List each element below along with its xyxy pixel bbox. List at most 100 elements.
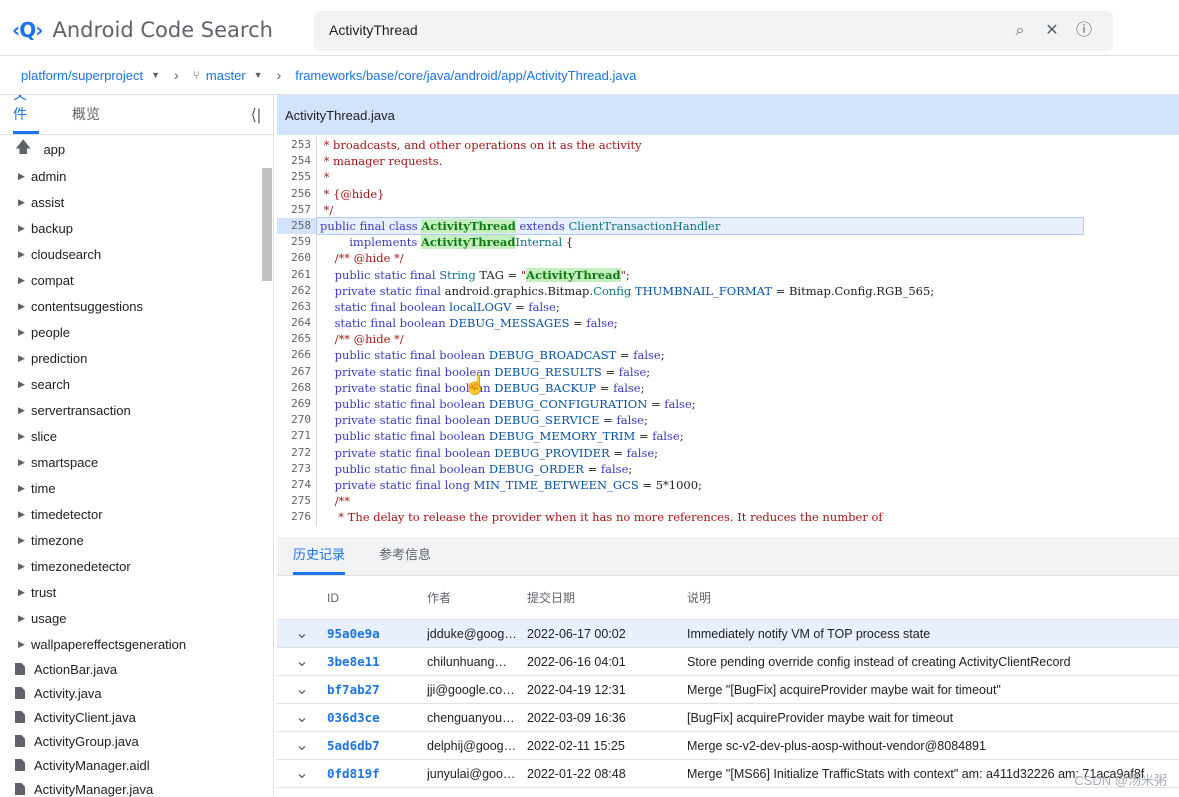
breadcrumb-branch[interactable]: ⑂ master ▼: [193, 68, 263, 83]
sidebar-file-item[interactable]: Activity.java: [0, 681, 273, 705]
search-icon[interactable]: ⌕: [1009, 20, 1031, 42]
tab-files[interactable]: 文件: [13, 95, 39, 134]
tab-history[interactable]: 历史记录: [293, 544, 346, 575]
line-number[interactable]: 273: [277, 460, 317, 477]
line-number[interactable]: 263: [277, 298, 317, 316]
file-label: ActivityClient.java: [34, 709, 136, 725]
line-number[interactable]: 254: [277, 153, 317, 170]
line-number[interactable]: 260: [277, 250, 317, 267]
search-input[interactable]: [329, 22, 929, 38]
chevron-down-icon[interactable]: ⌄: [277, 737, 327, 753]
commit-id[interactable]: 036d3ce: [327, 710, 427, 725]
commit-id[interactable]: 0fd819f: [327, 766, 427, 781]
collapse-sidebar-icon[interactable]: ⟨|: [251, 105, 261, 125]
search-box[interactable]: ⌕ ✕ ⓘ: [314, 11, 1113, 51]
caret-right-icon: ▶: [18, 170, 25, 181]
code-editor[interactable]: 253 * broadcasts, and other operations o…: [277, 135, 1179, 537]
folder-label: assist: [31, 194, 65, 210]
commit-id[interactable]: bf7ab27: [327, 682, 427, 697]
line-number[interactable]: 267: [277, 363, 317, 380]
sidebar-folder-item[interactable]: ▶ timezonedetector: [0, 553, 273, 579]
commit-date: 2022-04-19 12:31: [527, 682, 626, 697]
info-icon[interactable]: ⓘ: [1073, 20, 1095, 42]
code-line: 272 private static final boolean DEBUG_P…: [277, 444, 1179, 461]
clear-icon[interactable]: ✕: [1041, 20, 1063, 42]
sidebar-folder-item[interactable]: ▶ timezone: [0, 527, 273, 553]
sidebar-folder-item[interactable]: ▶ time: [0, 475, 273, 501]
sidebar-folder-item[interactable]: ▶ backup: [0, 215, 273, 241]
history-row[interactable]: ⌄ 95a0e9a jdduke@goog… 2022-06-17 00:02 Imme…: [277, 620, 1179, 648]
tab-references[interactable]: 参考信息: [379, 544, 431, 575]
line-number[interactable]: 272: [277, 444, 317, 461]
sidebar-folder-item[interactable]: ▶ wallpapereffectsgeneration: [0, 631, 273, 657]
chevron-down-icon[interactable]: ⌄: [277, 625, 327, 641]
sidebar-folder-item[interactable]: ▶ admin: [0, 163, 273, 189]
sidebar-folder-item[interactable]: ▶ people: [0, 319, 273, 345]
sidebar-folder-item[interactable]: ▶ slice: [0, 423, 273, 449]
line-number[interactable]: 271: [277, 428, 317, 445]
line-number[interactable]: 256: [277, 185, 317, 202]
commit-id[interactable]: 95a0e9a: [327, 626, 427, 641]
tab-overview[interactable]: 概览: [72, 104, 100, 134]
chevron-down-icon[interactable]: ⌄: [277, 653, 327, 669]
line-number[interactable]: 261: [277, 266, 317, 283]
commit-id[interactable]: 3be8e11: [327, 654, 427, 669]
hand-cursor-icon: ☝: [464, 375, 487, 395]
breadcrumb-project[interactable]: platform/superproject ▼: [21, 68, 160, 83]
sidebar-folder-item[interactable]: ▶ contentsuggestions: [0, 293, 273, 319]
line-number[interactable]: 270: [277, 412, 317, 429]
line-number[interactable]: 255: [277, 169, 317, 186]
sidebar-folder-item[interactable]: ▶ search: [0, 371, 273, 397]
logo[interactable]: ‹Q› Android Code Search: [12, 16, 273, 44]
sidebar-file-item[interactable]: ActivityClient.java: [0, 705, 273, 729]
commit-id[interactable]: 5ad6db7: [327, 738, 427, 753]
chevron-down-icon[interactable]: ⌄: [277, 709, 327, 725]
breadcrumb-path[interactable]: frameworks/base/core/java/android/app/Ac…: [295, 68, 636, 83]
line-number[interactable]: 262: [277, 282, 317, 299]
sidebar-folder-item[interactable]: ▶ trust: [0, 579, 273, 605]
code-line: 265 /** @hide */: [277, 331, 1179, 348]
code-search-logo-icon: ‹Q›: [12, 18, 43, 42]
line-number[interactable]: 257: [277, 201, 317, 218]
line-number[interactable]: 268: [277, 379, 317, 396]
line-number[interactable]: 258: [277, 217, 317, 235]
code-text: private static final boolean DEBUG_SERVI…: [334, 413, 648, 428]
line-number[interactable]: 276: [277, 509, 317, 526]
sidebar-file-item[interactable]: ActivityManager.java: [0, 777, 273, 797]
sidebar-file-item[interactable]: ActivityGroup.java: [0, 729, 273, 753]
sidebar-folder-item[interactable]: ▶ cloudsearch: [0, 241, 273, 267]
chevron-down-icon[interactable]: ⌄: [277, 765, 327, 781]
commit-author: junyulai@goo…: [427, 766, 516, 781]
history-row[interactable]: ⌄ 036d3ce chenguanyou… 2022-03-09 16:36 [Bug…: [277, 704, 1179, 732]
code-view: ActivityThread.java 253 * broadcasts, an…: [277, 95, 1179, 537]
sidebar-folder-item[interactable]: ▶ prediction: [0, 345, 273, 371]
line-number[interactable]: 259: [277, 234, 317, 251]
sidebar-file-item[interactable]: ActivityManager.aidl: [0, 753, 273, 777]
history-row[interactable]: ⌄ 3be8e11 chilunhuang… 2022-06-16 04:01 Stor…: [277, 648, 1179, 676]
chevron-right-icon: ›: [174, 67, 179, 83]
history-row[interactable]: ⌄ 5ad6db7 delphij@goog… 2022-02-11 15:25 Mer…: [277, 732, 1179, 760]
line-number[interactable]: 269: [277, 396, 317, 413]
folder-label: wallpapereffectsgeneration: [31, 636, 187, 652]
line-number[interactable]: 264: [277, 315, 317, 332]
code-text: * {@hide}: [320, 186, 385, 201]
code-line: 262 private static final android.graphic…: [277, 282, 1179, 299]
parent-folder[interactable]: 🡅 app: [0, 135, 273, 163]
sidebar-folder-item[interactable]: ▶ assist: [0, 189, 273, 215]
sidebar-folder-item[interactable]: ▶ usage: [0, 605, 273, 631]
sidebar-folder-item[interactable]: ▶ compat: [0, 267, 273, 293]
sidebar-folder-item[interactable]: ▶ servertransaction: [0, 397, 273, 423]
chevron-down-icon: ▼: [151, 70, 161, 80]
line-number[interactable]: 266: [277, 347, 317, 364]
history-row[interactable]: ⌄ bf7ab27 jji@google.co… 2022-04-19 12:31 Me…: [277, 676, 1179, 704]
line-number[interactable]: 253: [277, 137, 317, 154]
sidebar-file-item[interactable]: ActionBar.java: [0, 657, 273, 681]
history-row[interactable]: ⌄ 0fd819f junyulai@goo… 2022-01-22 08:48 Mer…: [277, 760, 1179, 788]
sidebar-folder-item[interactable]: ▶ timedetector: [0, 501, 273, 527]
line-number[interactable]: 265: [277, 331, 317, 348]
line-number[interactable]: 275: [277, 493, 317, 510]
line-number[interactable]: 274: [277, 476, 317, 494]
sidebar-folder-item[interactable]: ▶ smartspace: [0, 449, 273, 475]
chevron-down-icon[interactable]: ⌄: [277, 681, 327, 697]
sidebar-scrollbar[interactable]: [262, 168, 272, 281]
